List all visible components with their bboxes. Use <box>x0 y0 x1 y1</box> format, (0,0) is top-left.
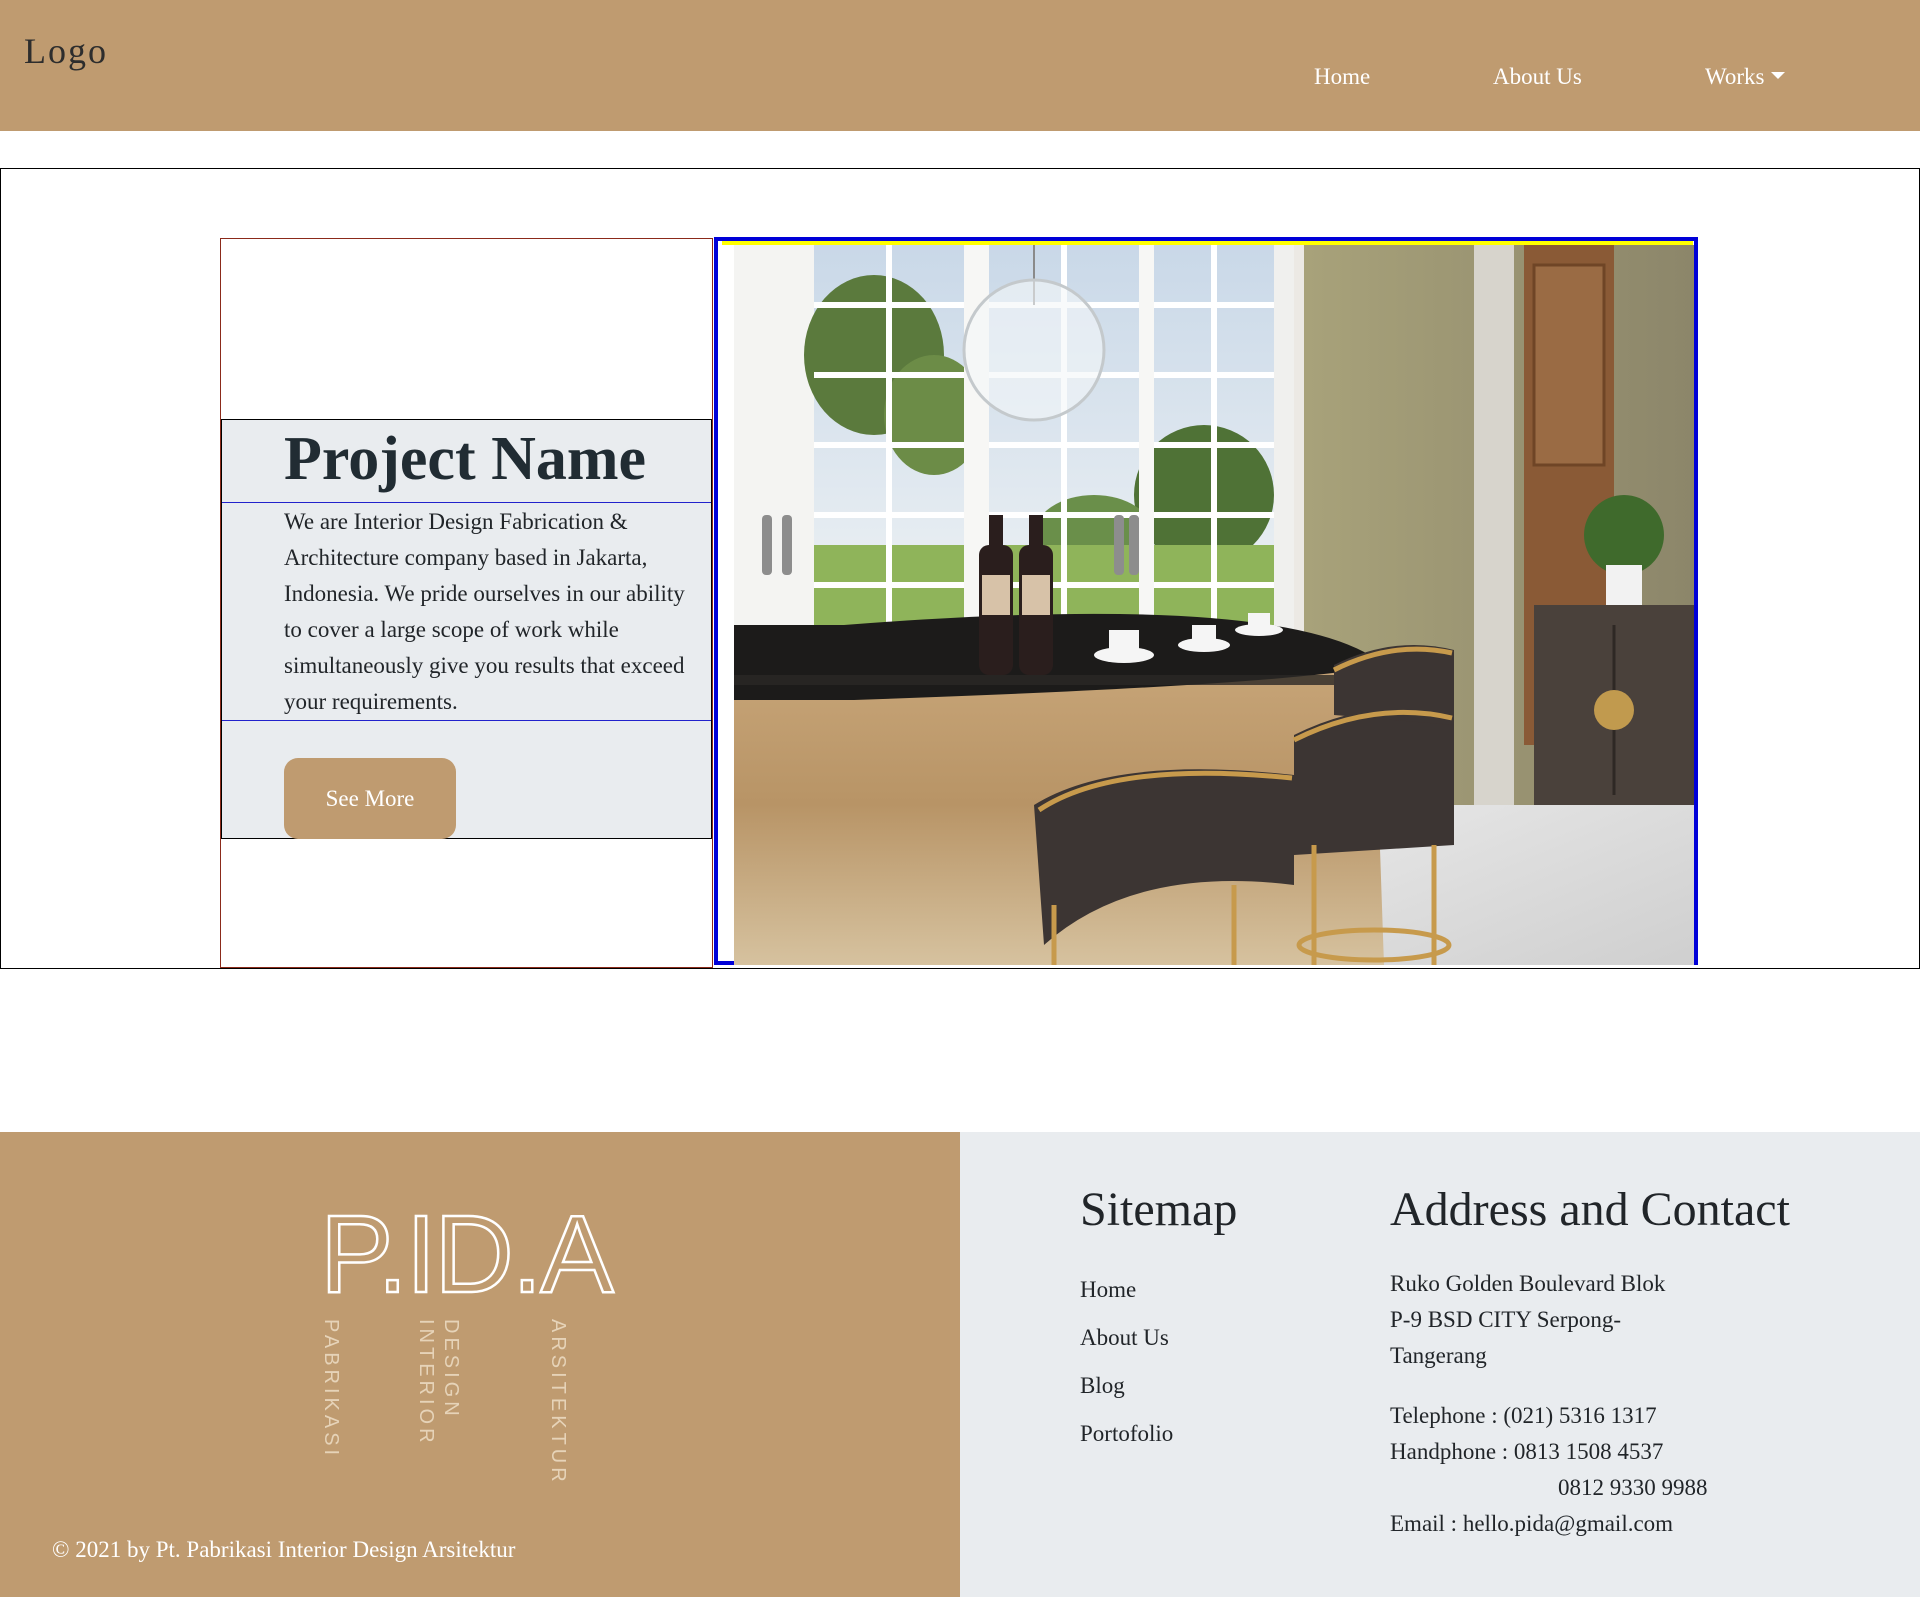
address-contact-heading: Address and Contact <box>1390 1183 1790 1236</box>
address-line: P-9 BSD CITY Serpong- <box>1390 1307 1622 1332</box>
sitemap-list: Home About Us Blog Portofolio <box>1080 1266 1173 1458</box>
handphone-secondary-text: 0812 9330 9988 <box>1558 1475 1708 1500</box>
address-line: Ruko Golden Boulevard Blok <box>1390 1271 1666 1296</box>
sitemap-heading: Sitemap <box>1080 1183 1238 1236</box>
nav-works-dropdown[interactable]: Works <box>1705 64 1786 90</box>
footer-info-panel: Sitemap Home About Us Blog Portofolio Ad… <box>960 1132 1920 1597</box>
sitemap-link-portofolio[interactable]: Portofolio <box>1080 1410 1173 1458</box>
project-hero-section: Project Name We are Interior Design Fabr… <box>0 168 1920 969</box>
pida-logo: P.ID.A PABRIKASI INTERIOR DESIGN ARSITEK… <box>319 1192 630 1512</box>
nav-works-label: Works <box>1705 64 1765 89</box>
pida-word-design: DESIGN <box>440 1319 462 1420</box>
address-line: Tangerang <box>1390 1343 1487 1368</box>
handphone-text: Handphone : 0813 1508 4537 <box>1390 1439 1664 1464</box>
project-title: Project Name <box>284 425 647 493</box>
pida-wordmark: P.ID.A <box>320 1207 614 1316</box>
project-image-frame <box>714 237 1698 965</box>
site-logo[interactable]: Logo <box>24 30 108 72</box>
sitemap-link-blog[interactable]: Blog <box>1080 1362 1173 1410</box>
sitemap-link-home[interactable]: Home <box>1080 1266 1173 1314</box>
pida-word-arsitektur: ARSITEKTUR <box>547 1319 569 1486</box>
project-info-column: Project Name We are Interior Design Fabr… <box>220 238 713 968</box>
caret-down-icon <box>1771 72 1786 79</box>
navbar: Logo Home About Us Works <box>0 0 1920 131</box>
telephone-text: Telephone : (021) 5316 1317 <box>1390 1403 1657 1428</box>
project-description-box: We are Interior Design Fabrication & Arc… <box>222 503 711 721</box>
project-description: We are Interior Design Fabrication & Arc… <box>284 509 685 714</box>
project-card: Project Name We are Interior Design Fabr… <box>221 419 712 839</box>
address-block: Ruko Golden Boulevard Blok P-9 BSD CITY … <box>1390 1266 1665 1374</box>
pida-word-interior: INTERIOR <box>415 1319 437 1447</box>
pida-logo-mark: P.ID.A PABRIKASI INTERIOR DESIGN ARSITEK… <box>319 1192 618 1486</box>
kitchen-interior-image <box>734 245 1694 965</box>
contact-block: Telephone : (021) 5316 1317 Handphone : … <box>1390 1398 1708 1542</box>
nav-home-link[interactable]: Home <box>1314 64 1370 90</box>
copyright-text: © 2021 by Pt. Pabrikasi Interior Design … <box>52 1537 516 1562</box>
email-text[interactable]: Email : hello.pida@gmail.com <box>1390 1506 1708 1542</box>
sitemap-link-about-us[interactable]: About Us <box>1080 1314 1173 1362</box>
nav-about-us-link[interactable]: About Us <box>1493 64 1582 90</box>
footer-brand-panel: P.ID.A PABRIKASI INTERIOR DESIGN ARSITEK… <box>0 1132 960 1597</box>
project-photo <box>734 245 1694 965</box>
pida-word-pabrikasi: PABRIKASI <box>320 1319 342 1459</box>
see-more-button[interactable]: See More <box>284 758 456 839</box>
project-title-box: Project Name <box>222 420 711 503</box>
